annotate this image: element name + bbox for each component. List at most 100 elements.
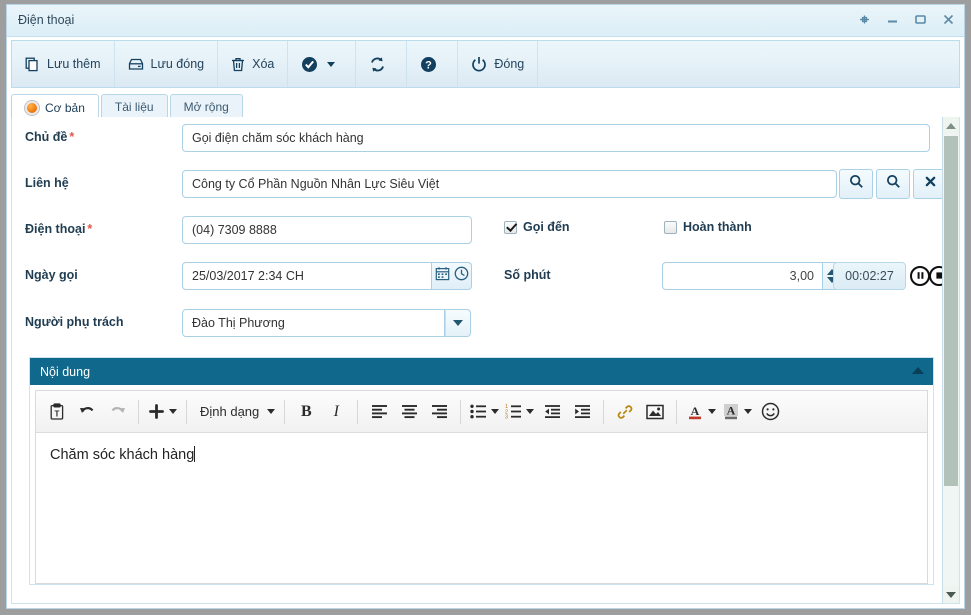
chevron-up-icon	[946, 122, 956, 129]
delete-label: Xóa	[252, 57, 275, 71]
align-right-icon[interactable]	[424, 396, 454, 428]
align-left-icon[interactable]	[364, 396, 394, 428]
image-icon[interactable]	[640, 396, 670, 428]
svg-text:T: T	[55, 409, 60, 418]
timer-stop-button[interactable]	[929, 266, 942, 286]
minimize-icon[interactable]	[884, 11, 900, 27]
tab-tai-lieu[interactable]: Tài liệu	[100, 94, 168, 119]
assignee-dropdown-button[interactable]	[445, 309, 471, 337]
minutes-input[interactable]	[662, 262, 822, 290]
numbered-list-icon[interactable]: 123	[502, 396, 537, 428]
phone-label: Điện thoại *	[25, 222, 93, 236]
tab-mo-rong[interactable]: Mở rộng	[169, 94, 243, 119]
search-icon	[849, 174, 864, 194]
contact-label: Liên hệ	[25, 176, 69, 190]
text-cursor	[194, 446, 196, 462]
background-color-icon[interactable]: A	[719, 396, 755, 428]
close-toolbar-label: Đóng	[494, 57, 525, 71]
italic-icon[interactable]: I	[321, 396, 351, 428]
pin-icon[interactable]	[856, 11, 872, 27]
redo-icon[interactable]	[102, 396, 132, 428]
contact-search-button[interactable]	[839, 169, 873, 199]
check-circle-icon	[301, 56, 318, 73]
editor-body-text: Chăm sóc khách hàng	[50, 447, 195, 463]
bold-icon[interactable]: B	[291, 396, 321, 428]
editor-separator	[186, 399, 187, 424]
editor-separator	[460, 399, 462, 424]
bullet-list-icon[interactable]	[467, 396, 502, 428]
tab-mo-rong-label: Mở rộng	[183, 100, 229, 114]
emoji-icon[interactable]	[755, 396, 785, 428]
insert-dropdown-caret[interactable]	[169, 409, 177, 414]
help-button[interactable]: ?	[407, 41, 459, 87]
call-timer-display: 00:02:27	[833, 262, 906, 290]
title-bar: Điện thoại	[7, 5, 964, 37]
window-controls	[856, 11, 956, 27]
contact-clear-button[interactable]	[913, 169, 942, 199]
insert-icon[interactable]	[145, 396, 180, 428]
call-date-picker-buttons[interactable]	[432, 262, 472, 290]
numbered-list-dropdown-caret[interactable]	[526, 409, 535, 414]
scroll-up-button[interactable]	[943, 117, 959, 134]
collapse-up-icon[interactable]	[912, 367, 924, 374]
paste-icon[interactable]: T	[42, 396, 72, 428]
clear-icon	[924, 175, 937, 193]
bullet-list-dropdown-caret[interactable]	[491, 409, 500, 414]
outdent-icon[interactable]	[537, 396, 567, 428]
clock-icon[interactable]	[454, 266, 469, 286]
approve-button[interactable]	[288, 41, 357, 87]
format-label: Định dạng	[200, 404, 260, 419]
phone-input[interactable]	[182, 216, 472, 244]
form-scroll-region: Chủ đề* Liên hệ	[12, 117, 942, 603]
call-date-input[interactable]	[182, 262, 432, 290]
text-color-dropdown-caret[interactable]	[708, 409, 717, 414]
background-color-dropdown-caret[interactable]	[744, 409, 753, 414]
rich-text-editor: T Định dạng B I 1 2 3 A A Chăm sóc khách…	[35, 390, 928, 584]
incoming-call-checkbox[interactable]: Gọi đến	[504, 220, 570, 234]
timer-pause-button[interactable]	[910, 266, 930, 286]
svg-text:3: 3	[505, 414, 508, 419]
contact-input[interactable]	[182, 170, 837, 198]
chevron-down-icon	[946, 591, 956, 598]
undo-icon[interactable]	[72, 396, 102, 428]
stop-icon	[935, 267, 942, 285]
contact-advanced-search-button[interactable]	[876, 169, 910, 199]
svg-text:A: A	[691, 404, 700, 418]
window-title: Điện thoại	[18, 13, 75, 27]
content-panel-header: Nội dung	[30, 358, 933, 385]
approve-dropdown-caret[interactable]	[327, 61, 336, 67]
scrollbar-thumb[interactable]	[944, 136, 958, 486]
editor-toolbar: T Định dạng B I 1 2 3 A A	[36, 391, 927, 433]
editor-separator	[138, 399, 139, 424]
chevron-down-icon	[267, 409, 276, 414]
maximize-icon[interactable]	[912, 11, 928, 27]
close-icon[interactable]	[940, 11, 956, 27]
help-circle-icon: ?	[420, 56, 437, 73]
trash-icon	[231, 57, 245, 72]
subject-input[interactable]	[182, 124, 930, 152]
save-icon	[128, 57, 144, 72]
main-toolbar: Lưu thêm Lưu đóng Xóa ? Đóng	[11, 40, 960, 88]
vertical-scrollbar[interactable]	[942, 117, 959, 603]
close-button[interactable]: Đóng	[458, 41, 539, 87]
scroll-down-button[interactable]	[943, 586, 959, 603]
format-dropdown[interactable]: Định dạng	[193, 396, 278, 428]
save-close-button[interactable]: Lưu đóng	[115, 41, 219, 87]
delete-button[interactable]: Xóa	[218, 41, 289, 87]
indent-icon[interactable]	[567, 396, 597, 428]
link-icon[interactable]	[610, 396, 640, 428]
svg-text:?: ?	[425, 59, 432, 71]
align-center-icon[interactable]	[394, 396, 424, 428]
calendar-icon[interactable]	[435, 266, 450, 286]
incoming-call-label: Gọi đến	[523, 220, 570, 234]
save-add-button[interactable]: Lưu thêm	[12, 41, 115, 87]
minutes-label: Số phút	[504, 268, 551, 282]
text-color-icon[interactable]: A	[683, 396, 719, 428]
subject-label: Chủ đề *	[25, 130, 75, 144]
editor-separator	[284, 399, 286, 424]
active-tab-dot-icon	[25, 100, 39, 115]
completed-checkbox[interactable]: Hoàn thành	[664, 220, 752, 234]
refresh-button[interactable]	[356, 41, 408, 87]
editor-content-area[interactable]: Chăm sóc khách hàng	[36, 433, 927, 583]
assignee-input[interactable]	[182, 309, 445, 337]
